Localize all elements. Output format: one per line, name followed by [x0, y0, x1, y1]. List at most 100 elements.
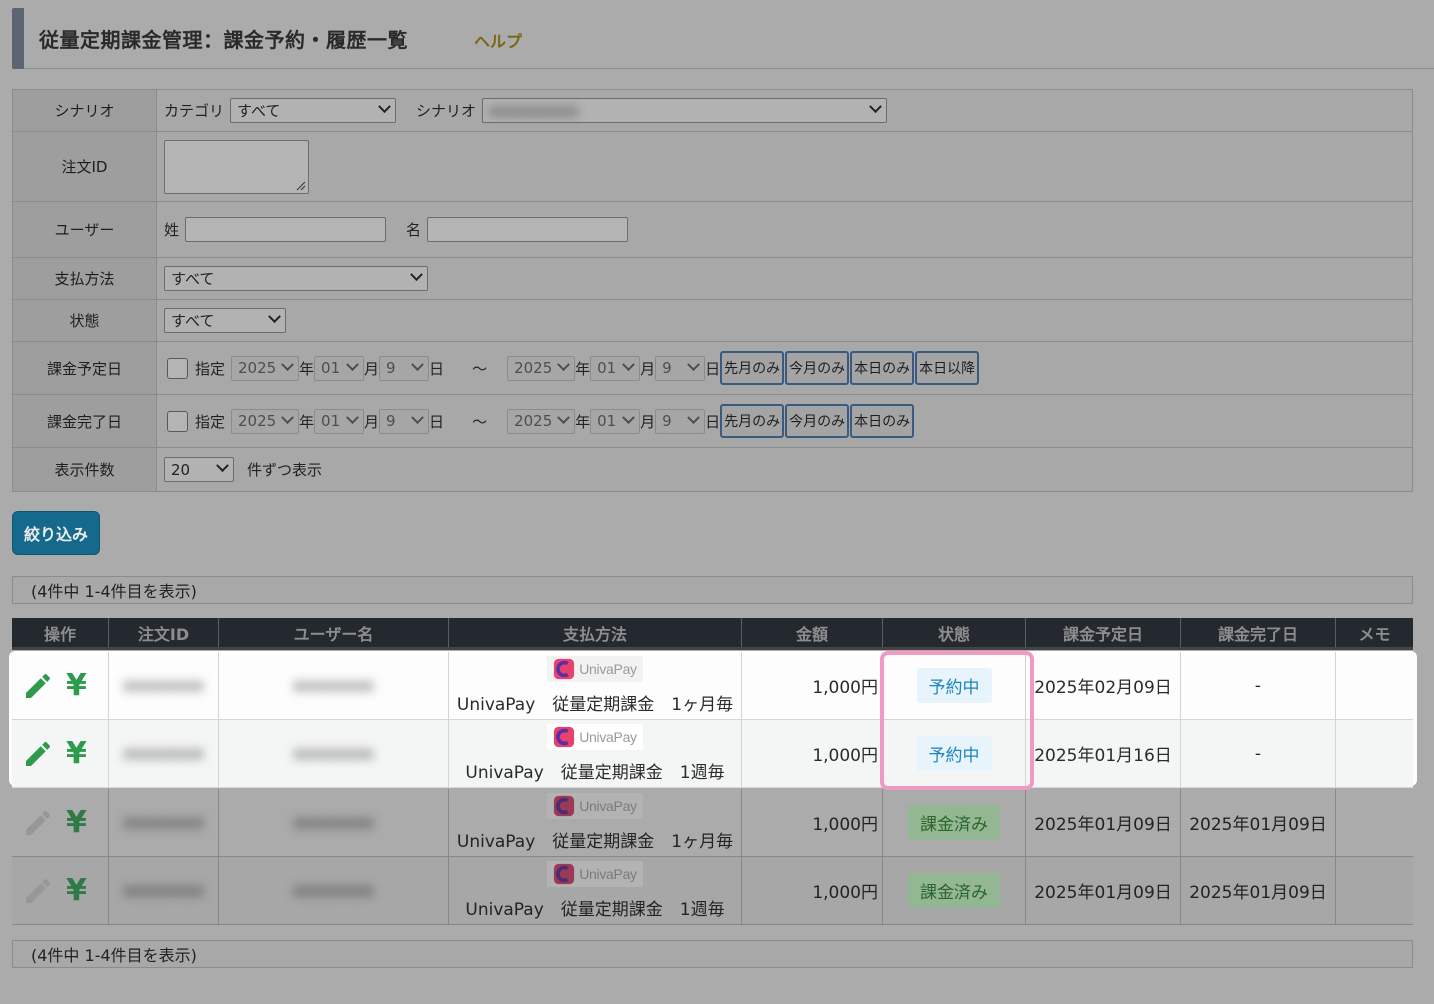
per-page-select[interactable]: 20: [164, 457, 234, 482]
help-link[interactable]: ヘルプ: [474, 28, 522, 52]
order-id-label: 注文ID: [13, 132, 157, 201]
chevron-down-icon: [346, 410, 359, 424]
completed-from-day-select[interactable]: 9: [379, 408, 430, 434]
yen-icon[interactable]: ¥: [66, 807, 87, 838]
table-row: ¥ xxxxxxxx xxxxxxxx UnivaPay UnivaPay 従量…: [12, 857, 1413, 925]
scheduled-specify-checkbox[interactable]: [167, 357, 188, 379]
pencil-icon[interactable]: [22, 670, 54, 702]
category-select[interactable]: すべて: [230, 98, 397, 123]
chevron-down-icon: [622, 410, 635, 424]
per-page-label: 表示件数: [13, 448, 157, 491]
filter-form: シナリオ カテゴリ すべて シナリオ xxxxxxxxxx 注文ID ユーザー …: [12, 89, 1413, 492]
completed-date: 2025年01月09日: [1181, 789, 1336, 856]
per-page-suffix: 件ずつ表示: [247, 461, 323, 479]
payment-select[interactable]: すべて: [164, 266, 428, 291]
memo: [1336, 857, 1413, 924]
memo: [1336, 720, 1413, 787]
univapay-logo-icon: [554, 863, 575, 885]
scheduled-from-day-select[interactable]: 9: [379, 355, 430, 381]
completed-today-button[interactable]: 本日のみ: [850, 404, 915, 438]
completed-to-month-select[interactable]: 01: [590, 408, 641, 434]
payment-method: UnivaPay 従量定期課金 1ヶ月毎: [456, 695, 734, 715]
page-title: 従量定期課金管理：課金予約・履歴一覧: [39, 28, 408, 52]
scheduled-this-month-button[interactable]: 今月のみ: [785, 351, 850, 385]
specify-label: 指定: [195, 412, 226, 431]
order-id: xxxxxxxx: [123, 675, 204, 696]
pencil-icon: [26, 810, 50, 835]
last-name-input[interactable]: [185, 217, 387, 242]
completed-last-month-button[interactable]: 先月のみ: [720, 404, 785, 438]
col-header-amount: 金額: [742, 618, 883, 647]
user-label: ユーザー: [13, 202, 157, 257]
chevron-down-icon: [411, 357, 424, 371]
year-unit: 年: [299, 359, 315, 378]
scheduled-from-month-select[interactable]: 01: [314, 355, 365, 381]
user-name: xxxxxxxx: [293, 675, 374, 696]
univapay-logo: UnivaPay: [547, 656, 643, 682]
status-badge: 予約中: [916, 668, 992, 703]
status-badge: 予約中: [916, 736, 992, 771]
col-header-payment: 支払方法: [449, 618, 742, 647]
col-header-status: 状態: [883, 618, 1026, 647]
status-badge: 課金済み: [908, 873, 1000, 908]
table-row: ¥ xxxxxxxx xxxxxxxx UnivaPay UnivaPay 従量…: [12, 652, 1413, 720]
result-count-bottom: (4件中 1-4件目を表示): [12, 940, 1413, 968]
year-unit: 年: [575, 412, 591, 431]
filter-row-completed-date: 課金完了日 指定 2025 年 01 月 9 日 ～ 2025 年 01 月 9…: [13, 394, 1412, 447]
scheduled-to-month-select[interactable]: 01: [590, 355, 641, 381]
first-name-input[interactable]: [427, 217, 629, 242]
scheduled-to-year-select[interactable]: 2025: [507, 355, 576, 381]
chevron-down-icon: [557, 410, 570, 424]
chevron-down-icon: [378, 100, 391, 114]
completed-from-month-select[interactable]: 01: [314, 408, 365, 434]
amount: 1,000円: [742, 652, 883, 719]
amount: 1,000円: [742, 789, 883, 856]
day-unit: 日: [429, 412, 445, 431]
chevron-down-icon: [268, 310, 281, 324]
yen-icon[interactable]: ¥: [66, 738, 87, 769]
chevron-down-icon: [557, 357, 570, 371]
filter-submit-button[interactable]: 絞り込み: [12, 511, 100, 555]
chevron-down-icon: [687, 410, 700, 424]
month-unit: 月: [364, 359, 380, 378]
memo: [1336, 789, 1413, 856]
yen-icon[interactable]: ¥: [66, 670, 87, 701]
year-unit: 年: [299, 412, 315, 431]
completed-to-year-select[interactable]: 2025: [507, 408, 576, 434]
amount: 1,000円: [742, 857, 883, 924]
chevron-down-icon: [622, 357, 635, 371]
univapay-logo-icon: [554, 726, 575, 748]
order-id-textarea[interactable]: [164, 139, 309, 194]
filter-row-user: ユーザー 姓 名: [13, 201, 1412, 257]
completed-date: -: [1181, 652, 1336, 719]
scheduled-to-day-select[interactable]: 9: [655, 355, 706, 381]
specify-label: 指定: [195, 359, 226, 378]
scheduled-date: 2025年01月16日: [1026, 720, 1181, 787]
scheduled-today-button[interactable]: 本日のみ: [850, 351, 915, 385]
payment-method: UnivaPay 従量定期課金 1週毎: [465, 900, 725, 920]
yen-icon[interactable]: ¥: [66, 875, 87, 906]
pencil-icon[interactable]: [22, 738, 54, 770]
scheduled-last-month-button[interactable]: 先月のみ: [720, 351, 785, 385]
order-id: xxxxxxxx: [123, 880, 204, 901]
scheduled-after-today-button[interactable]: 本日以降: [915, 351, 980, 385]
day-unit: 日: [705, 412, 721, 431]
status-label: 状態: [13, 300, 157, 341]
chevron-down-icon: [687, 357, 700, 371]
completed-from-year-select[interactable]: 2025: [231, 408, 300, 434]
completed-this-month-button[interactable]: 今月のみ: [785, 404, 850, 438]
completed-specify-checkbox[interactable]: [167, 410, 188, 432]
chevron-down-icon: [281, 410, 294, 424]
day-unit: 日: [429, 359, 445, 378]
filter-row-scenario: シナリオ カテゴリ すべて シナリオ xxxxxxxxxx: [13, 90, 1412, 131]
completed-to-day-select[interactable]: 9: [655, 408, 706, 434]
category-label: カテゴリ: [164, 102, 225, 120]
status-select[interactable]: すべて: [164, 308, 286, 333]
scheduled-from-year-select[interactable]: 2025: [231, 355, 300, 381]
scenario-select[interactable]: xxxxxxxxxx: [482, 98, 888, 123]
page-header: 従量定期課金管理：課金予約・履歴一覧 ヘルプ: [12, 6, 1434, 69]
table-row: ¥ xxxxxxxx xxxxxxxx UnivaPay UnivaPay 従量…: [12, 789, 1413, 857]
scenario-label: シナリオ: [13, 90, 157, 131]
scheduled-date: 2025年01月09日: [1026, 789, 1181, 856]
univapay-logo-icon: [554, 658, 575, 680]
